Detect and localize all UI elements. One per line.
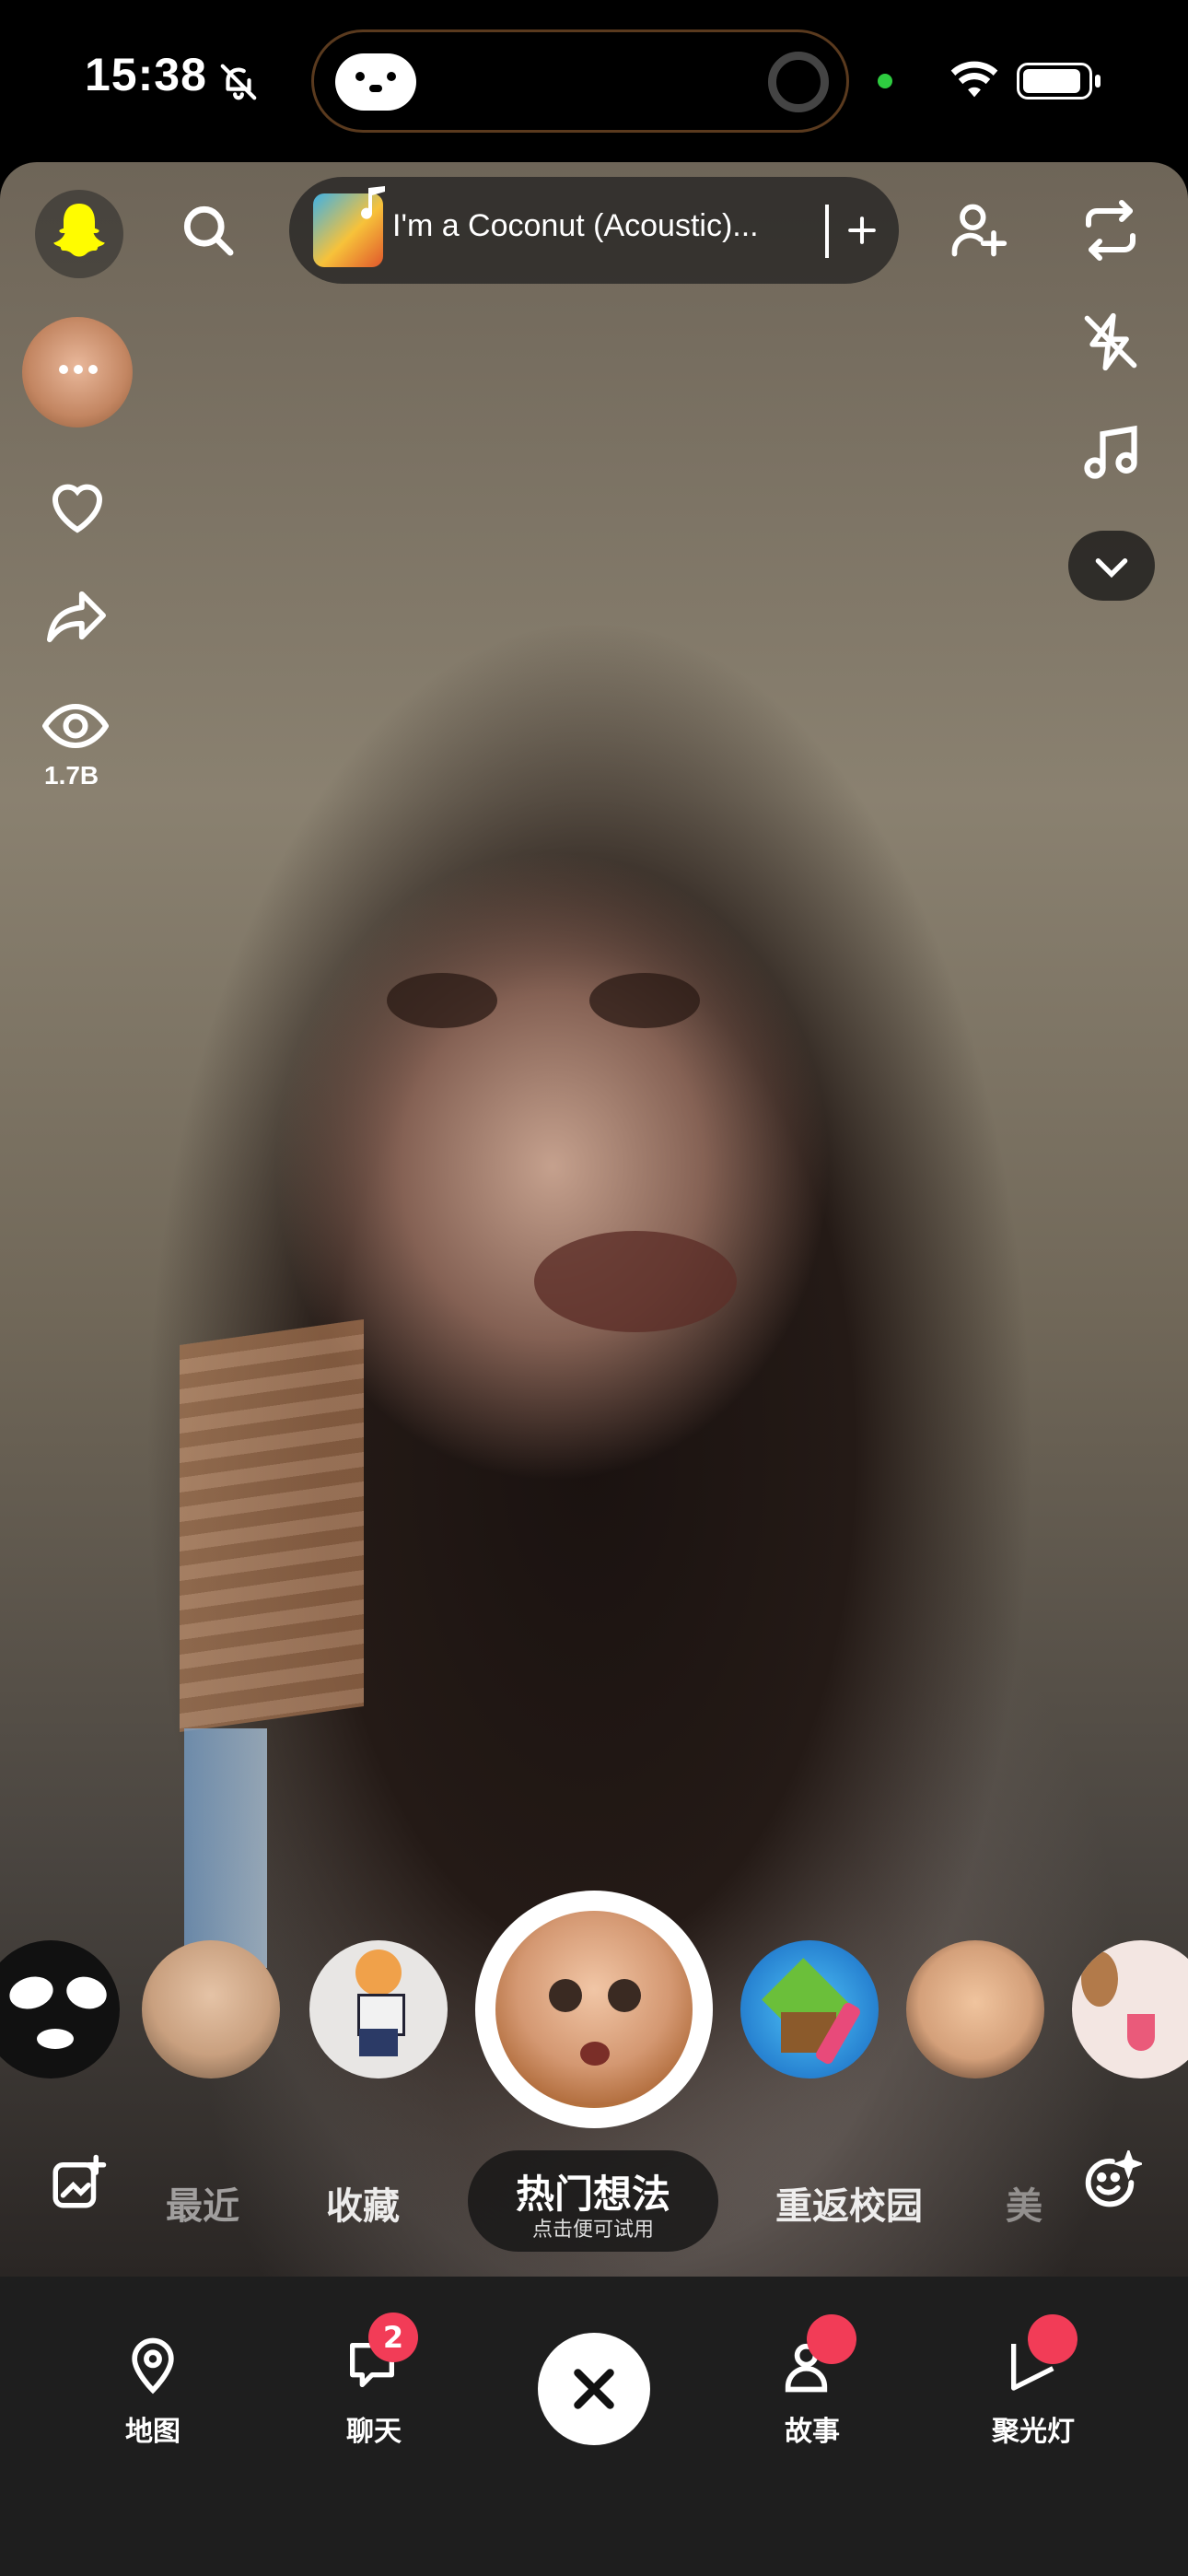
flash-off-icon[interactable] <box>1079 310 1142 374</box>
nav-chat-label[interactable]: 聊天 <box>309 2408 438 2449</box>
chevron-down-icon <box>1095 558 1128 579</box>
search-icon[interactable] <box>177 199 239 262</box>
flip-camera-icon[interactable] <box>1077 197 1144 263</box>
music-note-badge-icon <box>359 184 389 221</box>
add-friend-icon[interactable] <box>947 197 1009 263</box>
close-icon <box>574 2369 614 2409</box>
camera-icon <box>768 52 829 112</box>
category-trending-title: 热门想法 <box>515 2172 670 2217</box>
views-count: 1.7B <box>44 761 99 790</box>
category-favorites[interactable]: 收藏 <box>326 2176 400 2230</box>
window-blind <box>180 1318 364 1733</box>
music-icon[interactable] <box>1079 420 1142 485</box>
battery-icon <box>1017 63 1101 100</box>
close-lens-button[interactable] <box>538 2333 650 2445</box>
cartoon-face-lens[interactable] <box>495 1911 693 2108</box>
map-pin-icon[interactable] <box>122 2331 184 2397</box>
anime-girl-lens[interactable] <box>309 1940 448 2078</box>
share-icon[interactable] <box>44 586 109 645</box>
lens-avatar[interactable] <box>22 317 133 427</box>
category-beauty[interactable]: 美 <box>1006 2176 1042 2230</box>
stories-badge <box>807 2314 856 2364</box>
face-mouth <box>534 1231 737 1332</box>
island-app-icon <box>335 53 416 111</box>
spotlight-badge <box>1028 2314 1077 2364</box>
add-music-icon[interactable] <box>842 210 882 251</box>
nav-stories-label[interactable]: 故事 <box>748 2408 877 2449</box>
explore-lenses-icon[interactable] <box>1077 2150 1142 2215</box>
face-eye-right <box>589 973 700 1028</box>
status-time: 15:38 <box>85 49 207 100</box>
cartoon-girl-lens[interactable] <box>906 1940 1044 2078</box>
category-recent[interactable]: 最近 <box>166 2176 239 2230</box>
heart-icon[interactable] <box>44 474 111 536</box>
category-back-to-school[interactable]: 重返校园 <box>775 2176 923 2230</box>
beauty-lens[interactable] <box>142 1940 280 2078</box>
profile-icon <box>53 204 105 257</box>
music-title: I'm a Coconut (Acoustic)... <box>392 208 759 243</box>
nav-spotlight-label[interactable]: 聚光灯 <box>969 2408 1098 2449</box>
music-separator <box>825 205 829 258</box>
nav-map-label[interactable]: 地图 <box>88 2408 217 2449</box>
chat-badge: 2 <box>368 2313 418 2362</box>
window-light <box>184 1728 267 1968</box>
create-lens-icon[interactable] <box>48 2150 109 2215</box>
wifi-icon <box>949 59 1000 101</box>
eye-icon <box>42 698 109 754</box>
chat-badge-count: 2 <box>382 2320 404 2355</box>
face-eye-left <box>387 973 497 1028</box>
camera-in-use-dot <box>878 74 892 88</box>
profile-button[interactable] <box>35 190 123 278</box>
minecraft-lens[interactable] <box>740 1940 879 2078</box>
category-trending-subtitle: 点击便可试用 <box>531 2219 654 2242</box>
bell-slash-icon <box>217 61 260 103</box>
more-tools-button[interactable] <box>1068 531 1155 601</box>
